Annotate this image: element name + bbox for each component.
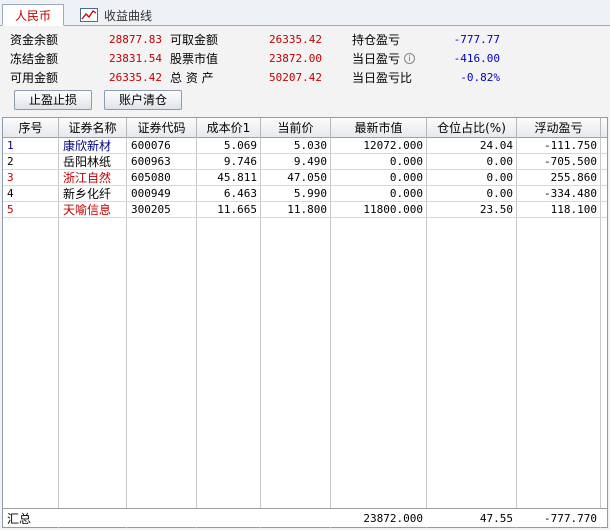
cell-no: 3 xyxy=(7,171,14,184)
header-position-ratio[interactable]: 仓位占比(%) xyxy=(427,118,517,138)
table-row[interactable]: 2 岳阳林纸 600963 9.746 9.490 0.000 0.00 -705.500 xyxy=(3,154,607,170)
day-pl-ratio-value: -0.82% xyxy=(460,71,500,84)
available-value: 26335.42 xyxy=(109,71,162,84)
cell-name: 天喻信息 xyxy=(63,203,112,217)
tab-rmb-label: 人民币 xyxy=(14,8,51,23)
header-code[interactable]: 证券代码 xyxy=(127,118,197,138)
header-no[interactable]: 序号 xyxy=(3,118,59,138)
table-row[interactable]: 3 浙江自然 605080 45.811 47.050 0.000 0.00 255.860 xyxy=(3,170,607,186)
clear-account-button[interactable]: 账户清仓 xyxy=(104,90,182,110)
cell-position-ratio: 24.04 xyxy=(479,139,513,152)
cell-no: 4 xyxy=(7,187,14,200)
cell-market-value: 0.000 xyxy=(389,187,423,200)
chart-icon xyxy=(80,8,98,22)
cell-code: 000949 xyxy=(131,187,171,200)
cell-price: 9.490 xyxy=(293,155,327,168)
positions-table: 序号 证券名称 证券代码 成本价1 当前价 最新市值 仓位占比(%) 浮动盈亏 … xyxy=(2,117,608,528)
cell-market-value: 11800.000 xyxy=(363,203,423,216)
cell-cost: 45.811 xyxy=(217,171,257,184)
cell-name: 新乡化纤 xyxy=(63,187,112,201)
cell-code: 300205 xyxy=(131,203,171,216)
cell-no: 5 xyxy=(7,203,14,216)
position-pl-value: -777.77 xyxy=(453,33,500,46)
totals-float-pl: -777.770 xyxy=(544,512,597,525)
table-row[interactable]: 5 天喻信息 300205 11.665 11.800 11800.000 23.50 118… xyxy=(3,202,607,218)
tab-profit-curve[interactable]: 收益曲线 xyxy=(74,4,174,26)
fund-balance-value: 28877.83 xyxy=(109,33,162,46)
withdrawable-value: 26335.42 xyxy=(269,33,322,46)
cell-price: 11.800 xyxy=(287,203,327,216)
cell-position-ratio: 0.00 xyxy=(486,187,514,200)
cell-code: 600963 xyxy=(131,155,171,168)
summary-row-3: 可用金额 26335.42 总 资 产 50207.42 当日盈亏比 -0.82… xyxy=(0,69,610,87)
header-cost[interactable]: 成本价1 xyxy=(197,118,261,138)
available-label: 可用金额 xyxy=(10,71,59,85)
cell-market-value: 0.000 xyxy=(389,171,423,184)
summary-row-2: 冻结金额 23831.54 股票市值 23872.00 当日盈亏 i -416.… xyxy=(0,50,610,68)
cell-float-pl: 255.860 xyxy=(550,171,597,184)
cell-float-pl: 118.100 xyxy=(550,203,597,216)
cell-float-pl: -334.480 xyxy=(544,187,597,200)
frozen-value: 23831.54 xyxy=(109,52,162,65)
total-assets-value: 50207.42 xyxy=(269,71,322,84)
frozen-label: 冻结金额 xyxy=(10,52,59,66)
cell-cost: 11.665 xyxy=(217,203,257,216)
cell-name: 岳阳林纸 xyxy=(63,155,112,169)
cell-price: 5.990 xyxy=(293,187,327,200)
cell-position-ratio: 0.00 xyxy=(486,155,514,168)
cell-price: 47.050 xyxy=(287,171,327,184)
info-icon[interactable]: i xyxy=(404,53,415,64)
tab-rmb[interactable]: 人民币 xyxy=(2,4,64,26)
header-name[interactable]: 证券名称 xyxy=(59,118,127,138)
cell-code: 600076 xyxy=(131,139,171,152)
table-row[interactable]: 4 新乡化纤 000949 6.463 5.990 0.000 0.00 -334.480 xyxy=(3,186,607,202)
cell-float-pl: -705.500 xyxy=(544,155,597,168)
stop-profit-loss-button[interactable]: 止盈止损 xyxy=(14,90,92,110)
totals-label: 汇总 xyxy=(7,512,32,526)
cell-float-pl: -111.750 xyxy=(544,139,597,152)
totals-market-value: 23872.000 xyxy=(363,512,423,525)
cell-market-value: 12072.000 xyxy=(363,139,423,152)
cell-no: 1 xyxy=(7,139,14,152)
tab-profit-curve-label: 收益曲线 xyxy=(104,8,153,23)
cell-name: 浙江自然 xyxy=(63,171,112,185)
day-pl-label: 当日盈亏 xyxy=(352,52,401,66)
cell-cost: 5.069 xyxy=(223,139,257,152)
tab-bar: 人民币 收益曲线 xyxy=(0,0,610,26)
table-header: 序号 证券名称 证券代码 成本价1 当前价 最新市值 仓位占比(%) 浮动盈亏 xyxy=(3,118,607,138)
cell-price: 5.030 xyxy=(293,139,327,152)
cell-position-ratio: 0.00 xyxy=(486,171,514,184)
summary-row-1: 资金余额 28877.83 可取金额 26335.42 持仓盈亏 -777.77 xyxy=(0,31,610,49)
totals-position-ratio: 47.55 xyxy=(479,512,513,525)
header-price[interactable]: 当前价 xyxy=(261,118,331,138)
cell-position-ratio: 23.50 xyxy=(479,203,513,216)
fund-balance-label: 资金余额 xyxy=(10,33,59,47)
cell-cost: 9.746 xyxy=(223,155,257,168)
day-pl-ratio-label: 当日盈亏比 xyxy=(352,71,413,85)
totals-row: 汇总 23872.000 47.55 -777.770 xyxy=(3,508,607,527)
cell-market-value: 0.000 xyxy=(389,155,423,168)
day-pl-value: -416.00 xyxy=(453,52,500,65)
stock-value-value: 23872.00 xyxy=(269,52,322,65)
total-assets-label: 总 资 产 xyxy=(170,71,214,85)
position-pl-label: 持仓盈亏 xyxy=(352,33,401,47)
stock-value-label: 股票市值 xyxy=(170,52,219,66)
cell-code: 605080 xyxy=(131,171,171,184)
table-row[interactable]: 1 康欣新材 600076 5.069 5.030 12072.000 24.04 -111.… xyxy=(3,138,607,154)
cell-name: 康欣新材 xyxy=(63,139,112,153)
header-market-value[interactable]: 最新市值 xyxy=(331,118,427,138)
header-float-pl[interactable]: 浮动盈亏 xyxy=(517,118,601,138)
cell-cost: 6.463 xyxy=(223,187,257,200)
withdrawable-label: 可取金额 xyxy=(170,33,219,47)
cell-no: 2 xyxy=(7,155,14,168)
